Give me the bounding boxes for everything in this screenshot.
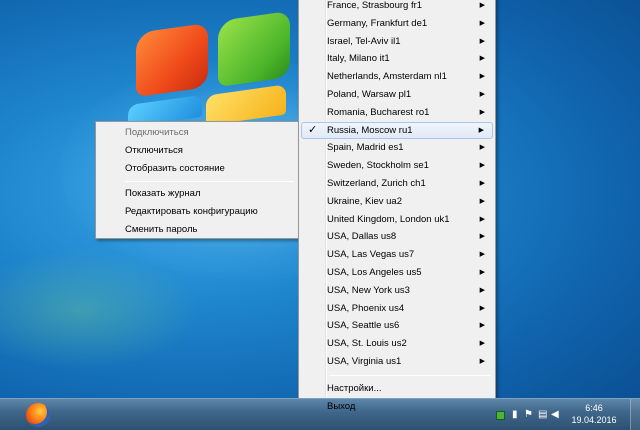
server-item[interactable]: Germany, Frankfurt de1 ▶ — [301, 15, 493, 33]
server-item-label: Sweden, Stockholm se1 — [327, 160, 429, 172]
submenu-arrow-icon: ▶ — [479, 90, 485, 98]
server-item[interactable]: Sweden, Stockholm se1 ▶ — [301, 157, 493, 175]
submenu-arrow-icon: ▶ — [479, 55, 485, 63]
server-item-label: USA, Seattle us6 — [327, 320, 400, 332]
system-tray: ▮ ⚑ ▤ ◀ 6:46 19.04.2016 — [488, 399, 640, 430]
server-item-label: Israel, Tel-Aviv il1 — [327, 35, 401, 47]
firefox-icon[interactable] — [26, 403, 50, 427]
submenu-arrow-icon: ▶ — [479, 108, 485, 116]
submenu-arrow-icon: ▶ — [479, 19, 485, 27]
windows-logo-green — [218, 10, 290, 88]
submenu-arrow-icon: ▶ — [478, 126, 484, 134]
menu-separator — [125, 181, 294, 182]
windows-logo-red — [136, 22, 208, 98]
clock-time: 6:46 — [585, 403, 603, 413]
server-item[interactable]: France, Strasbourg fr1 ▶ — [301, 0, 493, 15]
submenu-arrow-icon: ▶ — [479, 357, 485, 365]
submenu-arrow-icon: ▶ — [479, 304, 485, 312]
server-item[interactable]: Poland, Warsaw pl1 ▶ — [301, 86, 493, 104]
menu-item-change-password[interactable]: Сменить пароль — [98, 221, 296, 239]
menu-item-disconnect[interactable]: Отключиться — [98, 142, 296, 160]
server-item-label: France, Strasbourg fr1 — [327, 0, 423, 11]
menu-item-connect[interactable]: Подключиться — [98, 124, 296, 142]
server-item[interactable]: Italy, Milano it1 ▶ — [301, 50, 493, 68]
clock-date: 19.04.2016 — [571, 415, 617, 425]
submenu-arrow-icon: ▶ — [479, 2, 485, 9]
server-list-menu: France, Strasbourg fr1 ▶ Germany, Frankfur… — [298, 0, 496, 413]
connection-context-menu: Подключиться Отключиться Отобразить сост… — [95, 121, 299, 239]
server-item-label: USA, Dallas us8 — [327, 231, 397, 243]
submenu-arrow-icon: ▶ — [479, 197, 485, 205]
check-icon: ✓ — [308, 123, 318, 136]
network-icon[interactable]: ▤ — [538, 410, 547, 420]
submenu-arrow-icon: ▶ — [479, 322, 485, 330]
menu-item-settings[interactable]: Настройки... — [301, 380, 493, 398]
volume-icon[interactable]: ◀ — [551, 410, 559, 420]
server-item-label: Poland, Warsaw pl1 — [327, 88, 412, 100]
server-item[interactable]: USA, Virginia us1 ▶ — [301, 353, 493, 371]
server-item[interactable]: Switzerland, Zurich ch1 ▶ — [301, 175, 493, 193]
server-item-label: USA, Las Vegas us7 — [327, 249, 415, 261]
server-item-label: Romania, Bucharest ro1 — [327, 106, 430, 118]
server-item-label: Germany, Frankfurt de1 — [327, 17, 428, 29]
server-item[interactable]: Romania, Bucharest ro1 ▶ — [301, 104, 493, 122]
server-item-label: USA, St. Louis us2 — [327, 338, 407, 350]
flag-icon[interactable]: ⚑ — [524, 410, 533, 420]
submenu-arrow-icon: ▶ — [479, 251, 485, 259]
submenu-arrow-icon: ▶ — [479, 179, 485, 187]
submenu-arrow-icon: ▶ — [479, 37, 485, 45]
server-item[interactable]: USA, St. Louis us2 ▶ — [301, 335, 493, 353]
server-item[interactable]: USA, New York us3 ▶ — [301, 282, 493, 300]
server-item[interactable]: Israel, Tel-Aviv il1 ▶ — [301, 33, 493, 51]
server-item-label: USA, New York us3 — [327, 284, 410, 296]
server-item[interactable]: Netherlands, Amsterdam nl1 ▶ — [301, 68, 493, 86]
server-item-label: Russia, Moscow ru1 — [327, 124, 413, 136]
server-item[interactable]: USA, Dallas us8 ▶ — [301, 228, 493, 246]
server-items: France, Strasbourg fr1 ▶ Germany, Frankfur… — [301, 0, 493, 371]
battery-icon[interactable]: ▮ — [512, 410, 518, 420]
submenu-arrow-icon: ▶ — [479, 215, 485, 223]
menu-separator — [329, 374, 491, 376]
show-desktop-button[interactable] — [630, 399, 640, 430]
server-item[interactable]: USA, Los Angeles us5 ▶ — [301, 264, 493, 282]
clock[interactable]: 6:46 19.04.2016 — [566, 402, 622, 426]
submenu-arrow-icon: ▶ — [479, 233, 485, 241]
server-item[interactable]: ✓ Russia, Moscow ru1 ▶ — [301, 121, 493, 140]
submenu-arrow-icon: ▶ — [479, 162, 485, 170]
server-item[interactable]: USA, Seattle us6 ▶ — [301, 317, 493, 335]
server-item-label: Italy, Milano it1 — [327, 53, 390, 65]
server-item[interactable]: United Kingdom, London uk1 ▶ — [301, 211, 493, 229]
server-item[interactable]: Ukraine, Kiev ua2 ▶ — [301, 193, 493, 211]
server-item-label: Ukraine, Kiev ua2 — [327, 195, 402, 207]
vpn-tray-icon[interactable] — [496, 411, 505, 420]
server-item-label: United Kingdom, London uk1 — [327, 213, 450, 225]
submenu-arrow-icon: ▶ — [479, 286, 485, 294]
server-item[interactable]: USA, Las Vegas us7 ▶ — [301, 246, 493, 264]
server-item-label: Switzerland, Zurich ch1 — [327, 177, 426, 189]
submenu-arrow-icon: ▶ — [479, 144, 485, 152]
server-item-label: Spain, Madrid es1 — [327, 142, 404, 154]
submenu-arrow-icon: ▶ — [479, 73, 485, 81]
server-item[interactable]: USA, Phoenix us4 ▶ — [301, 300, 493, 318]
server-item-label: USA, Phoenix us4 — [327, 302, 405, 314]
menu-item-show-log[interactable]: Показать журнал — [98, 185, 296, 203]
server-item-label: Netherlands, Amsterdam nl1 — [327, 71, 447, 83]
server-item-label: USA, Los Angeles us5 — [327, 266, 422, 278]
menu-item-show-status[interactable]: Отобразить состояние — [98, 160, 296, 178]
menu-item-exit[interactable]: Выход — [301, 398, 493, 416]
server-item[interactable]: Spain, Madrid es1 ▶ — [301, 139, 493, 157]
submenu-arrow-icon: ▶ — [479, 340, 485, 348]
submenu-arrow-icon: ▶ — [479, 268, 485, 276]
server-item-label: USA, Virginia us1 — [327, 355, 402, 367]
menu-item-edit-config[interactable]: Редактировать конфигурацию — [98, 203, 296, 221]
